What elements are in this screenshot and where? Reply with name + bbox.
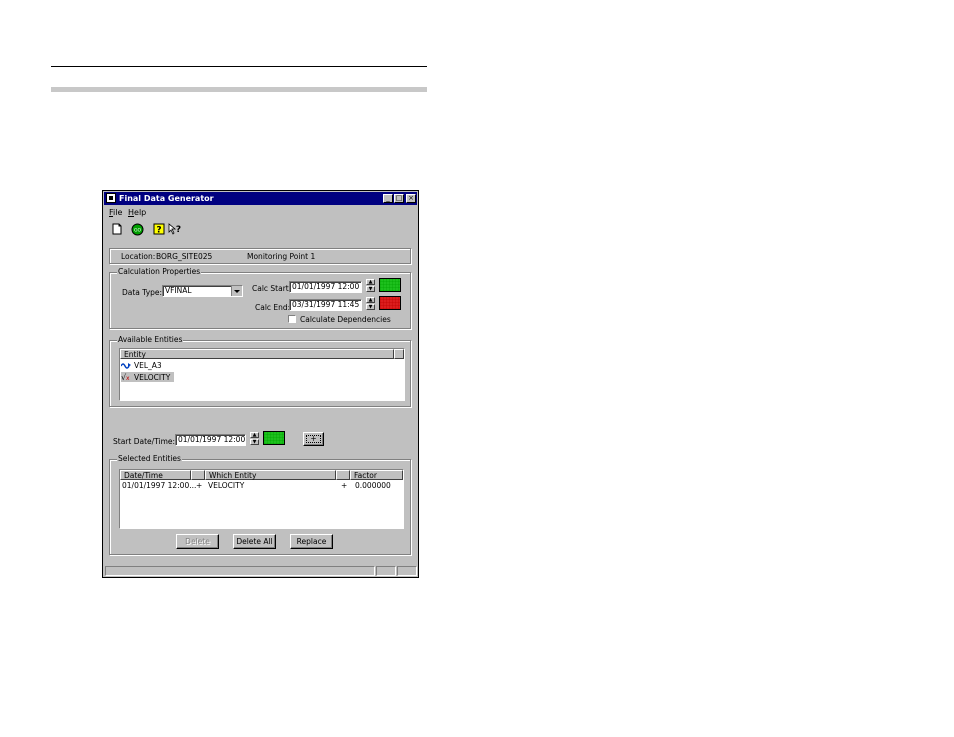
location-value: BORG_SITE025 — [156, 252, 213, 261]
calc-properties-group: Calculation Properties Data Type: VFINAL… — [109, 267, 411, 329]
svg-text:GO: GO — [134, 228, 141, 234]
calc-start-spin-down[interactable]: ▼ — [366, 286, 375, 292]
svg-text:x: x — [126, 375, 130, 382]
svg-text:?: ? — [176, 225, 181, 235]
red-calendar-icon — [380, 297, 400, 309]
data-type-select[interactable]: VFINAL — [162, 285, 243, 297]
go-button[interactable]: GO — [131, 223, 144, 236]
delete-button[interactable]: Delete — [176, 534, 219, 549]
list-item-selected[interactable]: √ x VELOCITY — [121, 372, 174, 382]
datetime-column-header[interactable]: Date/Time — [120, 470, 191, 480]
data-type-value: VFINAL — [165, 286, 192, 295]
green-go-icon: GO — [131, 223, 144, 236]
minimize-button[interactable]: _ — [383, 194, 393, 203]
context-help-button[interactable]: ? — [168, 223, 181, 235]
menu-file[interactable]: File — [109, 208, 122, 217]
location-label: Location: — [121, 252, 156, 261]
calc-end-input[interactable]: 03/31/1997 11:45 P — [289, 299, 362, 311]
close-button[interactable]: × — [406, 194, 416, 203]
svg-text:?: ? — [156, 226, 161, 236]
monitoring-point: Monitoring Point 1 — [247, 252, 316, 261]
selected-entities-title: Selected Entities — [117, 454, 182, 463]
available-entities-title: Available Entities — [117, 335, 184, 344]
start-datetime-label: Start Date/Time: — [113, 437, 176, 446]
green-calendar-icon — [380, 279, 400, 291]
entity-column-header[interactable]: Which Entity — [205, 470, 336, 480]
chevron-down-icon — [234, 290, 240, 293]
start-datetime-spin-up[interactable]: ▲ — [250, 432, 259, 438]
header-filler — [394, 349, 404, 359]
velocity-sensor-icon — [121, 363, 131, 369]
header-bar — [51, 87, 427, 92]
app-window: Final Data Generator _ □ × File Help GO … — [102, 190, 419, 578]
entity-label: VELOCITY — [134, 373, 171, 382]
app-icon[interactable] — [106, 193, 116, 203]
start-datetime-spin-down[interactable]: ▼ — [250, 439, 259, 445]
new-file-button[interactable] — [111, 223, 123, 235]
calc-start-input[interactable]: 01/01/1997 12:00 A — [289, 281, 362, 293]
delete-all-button[interactable]: Delete All — [233, 534, 276, 549]
calc-start-spin-up[interactable]: ▲ — [366, 279, 375, 285]
calc-properties-title: Calculation Properties — [117, 267, 202, 276]
formula-icon: √ x — [121, 373, 130, 382]
replace-button[interactable]: Replace — [290, 534, 333, 549]
title-bar[interactable]: Final Data Generator _ □ × — [104, 192, 417, 205]
calc-dependencies-label: Calculate Dependencies — [300, 315, 391, 324]
maximize-button[interactable]: □ — [394, 194, 404, 203]
calc-end-spin-down[interactable]: ▼ — [366, 304, 375, 310]
status-bar-main — [105, 566, 375, 576]
green-calendar-icon — [264, 432, 284, 444]
entity-list[interactable]: Entity VEL_A3 √ x VELOCITY — [119, 348, 405, 401]
help-icon: ? — [153, 223, 165, 236]
context-help-icon: ? — [168, 223, 181, 235]
available-entities-group: Available Entities Entity VEL_A3 √ x VEL… — [109, 335, 411, 407]
entity-column-header[interactable]: Entity — [120, 349, 394, 359]
add-entity-button[interactable]: + — [303, 432, 324, 446]
calc-end-spin-up[interactable]: ▲ — [366, 297, 375, 303]
calc-start-calendar-button[interactable] — [379, 278, 401, 292]
factor-column-header[interactable]: Factor — [350, 470, 403, 480]
entity-label: VEL_A3 — [134, 361, 162, 370]
start-datetime-calendar-button[interactable] — [263, 431, 285, 445]
data-type-label: Data Type: — [122, 288, 163, 297]
operator-cell: + — [196, 481, 203, 490]
factor-cell: 0.000000 — [355, 481, 391, 490]
entity-cell: VELOCITY — [208, 481, 245, 490]
calc-end-calendar-button[interactable] — [379, 296, 401, 310]
operator2-cell: + — [341, 481, 348, 490]
status-bar-pane — [397, 566, 417, 576]
status-bar-pane — [376, 566, 396, 576]
top-rule — [51, 66, 427, 67]
window-title: Final Data Generator — [119, 194, 214, 203]
op-column-header[interactable] — [191, 470, 205, 480]
menu-help[interactable]: Help — [128, 208, 146, 217]
start-datetime-input[interactable]: 01/01/1997 12:00 A — [175, 434, 246, 446]
dropdown-arrow-button[interactable] — [231, 286, 242, 296]
selected-entities-table[interactable]: Date/Time Which Entity Factor 01/01/1997… — [119, 469, 404, 529]
calc-end-label: Calc End: — [255, 303, 291, 312]
calc-dependencies-checkbox[interactable] — [288, 315, 296, 323]
datetime-cell: 01/01/1997 12:00... — [122, 481, 197, 490]
location-panel: Location: BORG_SITE025 Monitoring Point … — [109, 248, 411, 264]
calc-start-label: Calc Start: — [252, 284, 292, 293]
op2-column-header[interactable] — [336, 470, 350, 480]
selected-entities-group: Selected Entities Date/Time Which Entity… — [109, 454, 411, 555]
help-button[interactable]: ? — [153, 223, 165, 236]
table-row[interactable]: 01/01/1997 12:00... + VELOCITY + 0.00000… — [120, 481, 403, 490]
new-file-icon — [112, 223, 122, 235]
